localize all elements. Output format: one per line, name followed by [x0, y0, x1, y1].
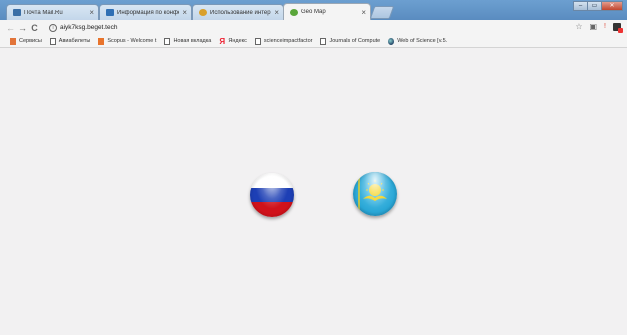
- forward-button[interactable]: →: [17, 23, 28, 33]
- apps-icon: [10, 37, 16, 45]
- page-icon: [254, 37, 261, 45]
- bookmark-scopus[interactable]: Scopus - Welcome t: [98, 37, 157, 45]
- browser-toolbar: ← → C i aiyk7ksg.beget.tech ☆ ▣ !: [0, 20, 627, 35]
- bookmark-apps[interactable]: Сервисы: [10, 37, 42, 45]
- tab-strip: Почта Mail.Ru × Информация по конфе × Ис…: [0, 0, 627, 20]
- bookmark-label: Сервисы: [19, 38, 42, 44]
- bookmark-label: Scopus - Welcome t: [107, 38, 157, 44]
- maximize-button[interactable]: ▭: [587, 1, 602, 11]
- url-text: aiyk7ksg.beget.tech: [60, 24, 118, 31]
- toolbar-icons: ☆ ▣ !: [568, 22, 623, 33]
- tab-label: Использование интер: [210, 9, 271, 16]
- extension-icon[interactable]: ▣: [589, 22, 597, 31]
- kazakhstan-emblem-icon: [358, 178, 387, 210]
- close-window-button[interactable]: ✕: [601, 1, 623, 11]
- minimize-button[interactable]: –: [573, 1, 588, 11]
- flag-stripe-white: [250, 173, 294, 188]
- close-tab-icon[interactable]: ×: [274, 8, 279, 17]
- close-tab-icon[interactable]: ×: [361, 8, 366, 17]
- bookmark-label: Яндекс: [228, 38, 247, 44]
- new-tab-button[interactable]: [369, 6, 395, 19]
- alert-extension-icon[interactable]: !: [604, 23, 606, 30]
- mail-ru-favicon-icon: [13, 9, 21, 16]
- tab-label: Почта Mail.Ru: [24, 9, 63, 16]
- back-button[interactable]: ←: [5, 23, 16, 33]
- kazakhstan-flag-button[interactable]: [353, 172, 397, 216]
- close-tab-icon[interactable]: ×: [89, 8, 94, 17]
- bookmark-new-tab[interactable]: Новая вкладка: [164, 37, 212, 45]
- close-tab-icon[interactable]: ×: [182, 8, 187, 17]
- tab-geo-map[interactable]: Geo Map ×: [283, 3, 371, 20]
- page-favicon-icon: [106, 9, 114, 16]
- tab-conference-info[interactable]: Информация по конфе ×: [99, 4, 192, 20]
- geo-map-favicon-icon: [290, 8, 298, 16]
- bookmark-label: scienceimpactfactor: [263, 38, 313, 44]
- menu-extension-icon[interactable]: [613, 22, 623, 33]
- bookmark-scienceimpactfactor[interactable]: scienceimpactfactor: [254, 37, 313, 45]
- address-bar[interactable]: i aiyk7ksg.beget.tech: [49, 22, 591, 33]
- bookmark-yandex[interactable]: Я Яндекс: [219, 36, 247, 46]
- russia-flag-button[interactable]: [250, 173, 294, 217]
- bookmark-star-icon[interactable]: ☆: [575, 22, 582, 31]
- bookmark-journals[interactable]: Journals of Compute: [320, 37, 381, 45]
- tab-internet-usage[interactable]: Использование интер ×: [192, 4, 284, 20]
- reload-button[interactable]: C: [29, 23, 40, 33]
- bookmark-web-of-science[interactable]: Web of Science [v.5.: [388, 37, 448, 45]
- page-icon: [164, 37, 171, 45]
- bookmark-label: Авиабилеты: [58, 38, 91, 44]
- bookmark-aviabilety[interactable]: Авиабилеты: [49, 37, 91, 45]
- page-favicon-icon: [199, 9, 207, 16]
- tab-mail-ru[interactable]: Почта Mail.Ru ×: [6, 4, 99, 20]
- bookmark-label: Web of Science [v.5.: [397, 38, 448, 44]
- web-of-science-icon: [388, 37, 395, 45]
- bookmark-label: Journals of Compute: [329, 38, 381, 44]
- site-info-icon[interactable]: i: [49, 23, 57, 32]
- flag-stripe-blue: [250, 188, 294, 202]
- page-content: [0, 48, 627, 335]
- yandex-icon: Я: [219, 36, 226, 46]
- bookmark-label: Новая вкладка: [173, 38, 212, 44]
- page-icon: [320, 37, 327, 45]
- bookmarks-bar: Сервисы Авиабилеты Scopus - Welcome t Но…: [0, 35, 627, 48]
- tab-label: Geo Map: [301, 9, 326, 15]
- window-controls: – ▭ ✕: [573, 1, 623, 11]
- page-icon: [49, 37, 56, 45]
- scopus-icon: [98, 37, 105, 45]
- flag-stripe-red: [250, 202, 294, 217]
- tab-label: Информация по конфе: [117, 9, 180, 16]
